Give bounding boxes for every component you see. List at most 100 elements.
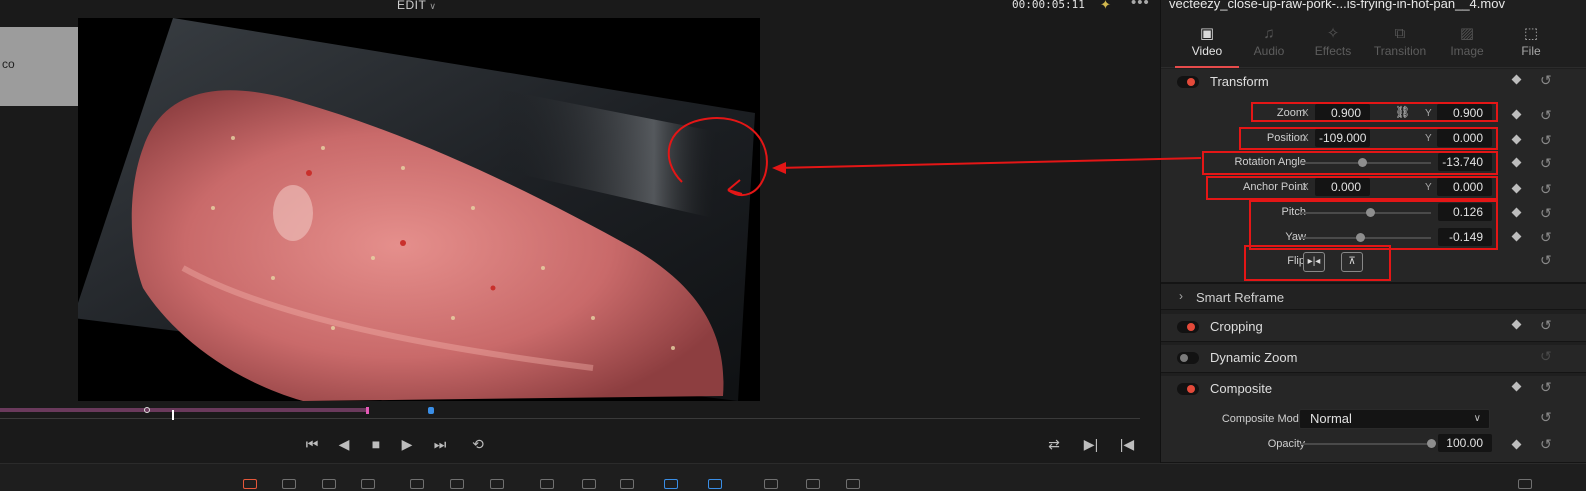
transform-header[interactable]: Transform ↺ [1161,69,1586,95]
keyframe-diamond-icon[interactable] [1511,319,1522,330]
zoom-custom-icon[interactable] [846,479,860,489]
more-options-icon[interactable]: ••• [1131,0,1150,11]
tab-effects[interactable]: ✧ Effects [1301,18,1365,68]
composite-toggle[interactable] [1177,383,1199,395]
clip-title: vecteezy_close-up-raw-pork-...is-frying-… [1169,0,1505,11]
timeline-marker[interactable] [428,407,434,414]
marker-icon[interactable] [708,479,722,489]
reset-icon[interactable]: ↺ [1540,229,1552,246]
clip-end-marker[interactable] [366,407,369,414]
rotated-pork-clip-image [78,18,755,401]
reset-icon[interactable]: ↺ [1540,155,1552,172]
annotation-box-flip [1244,245,1391,281]
reset-icon[interactable]: ↺ [1540,317,1552,334]
reset-icon[interactable]: ↺ [1540,348,1552,365]
keyframe-diamond-icon[interactable] [1511,231,1522,242]
flag-icon[interactable] [664,479,678,489]
zoom-detail-icon[interactable] [806,479,820,489]
keyframe-diamond-icon[interactable] [1511,183,1522,194]
prev-edit-icon[interactable]: |◀ [1119,435,1135,453]
cropping-toggle[interactable] [1177,321,1199,333]
dynamic-trim-icon[interactable] [322,479,336,489]
opacity-slider-track[interactable] [1301,443,1431,445]
next-edit-icon[interactable]: ▶| [1083,435,1099,453]
tab-image[interactable]: ▨ Image [1435,18,1499,68]
overwrite-clip-icon[interactable] [450,479,464,489]
insert-clip-icon[interactable] [410,479,424,489]
magic-wand-icon: ✧ [1326,25,1340,42]
section-title: Smart Reframe [1196,290,1285,305]
mode-label: EDIT [397,0,427,12]
reset-icon[interactable]: ↺ [1540,181,1552,198]
reset-icon[interactable]: ↺ [1540,72,1552,89]
adjacent-clip-thumbnail: co [0,27,83,106]
reset-icon[interactable]: ↺ [1540,409,1552,426]
video-icon: ▣ [1199,25,1215,42]
stop-icon[interactable]: ■ [368,435,384,453]
reset-icon[interactable]: ↺ [1540,436,1552,453]
annotation-box-anchor [1206,176,1498,200]
skip-to-start-icon[interactable]: ⏮ [300,435,324,453]
transform-toggle[interactable] [1177,76,1199,88]
opacity-slider-knob[interactable] [1427,439,1436,448]
viewer-panel: EDIT ∨ 00:00:05:11 ✦ ••• co ⏮ ◀ ■ ▶ ⏭ ⟲ … [0,0,1160,491]
opacity-label: Opacity [1267,438,1305,450]
composite-header[interactable]: Composite ↺ [1161,376,1586,402]
snapping-icon[interactable] [540,479,554,489]
skip-to-end-icon[interactable]: ⏭ [428,435,452,453]
section-title: Transform [1210,74,1269,89]
cropping-section[interactable]: Cropping ↺ [1161,314,1586,342]
position-lock-icon[interactable] [620,479,634,489]
chevron-right-icon: › [1179,289,1183,303]
tab-video[interactable]: ▣ Video [1175,18,1239,68]
dynamic-zoom-toggle[interactable] [1177,352,1199,364]
tab-audio[interactable]: ♫ Audio [1237,18,1301,68]
sparkle-icon[interactable]: ✦ [1100,0,1111,13]
reset-icon[interactable]: ↺ [1540,205,1552,222]
annotation-box-zoom [1251,102,1498,122]
playhead[interactable] [172,410,174,420]
replace-clip-icon[interactable] [490,479,504,489]
zoom-full-icon[interactable] [764,479,778,489]
reset-icon[interactable]: ↺ [1540,379,1552,396]
inspector-panel: vecteezy_close-up-raw-pork-...is-frying-… [1160,0,1586,463]
loop-icon[interactable]: ⟲ [467,435,489,453]
tab-transition[interactable]: ⧉ Transition [1368,18,1432,68]
mixer-icon[interactable] [1518,479,1532,489]
dynamic-zoom-section[interactable]: Dynamic Zoom ↺ [1161,345,1586,373]
reset-icon[interactable]: ↺ [1540,132,1552,149]
smart-reframe-header[interactable]: › Smart Reframe [1161,283,1586,310]
mode-dropdown[interactable]: EDIT ∨ [397,0,436,12]
adjacent-clip-text: co [2,57,15,71]
match-frame-icon[interactable]: ⇄ [1043,435,1065,453]
keyframe-diamond-icon[interactable] [1511,207,1522,218]
video-frame[interactable] [78,18,760,401]
in-marker[interactable] [144,407,150,413]
keyframe-diamond-icon[interactable] [1511,157,1522,168]
scrub-track-line [0,418,1140,419]
composite-mode-select[interactable]: Normal ∨ [1299,409,1490,429]
reset-icon[interactable]: ↺ [1540,252,1552,269]
tab-label: File [1521,44,1541,58]
keyframe-diamond-icon[interactable] [1511,74,1522,85]
link-selection-icon[interactable] [582,479,596,489]
chevron-down-icon: ∨ [1473,413,1481,424]
reset-icon[interactable]: ↺ [1540,107,1552,124]
scrub-bar[interactable] [0,404,1160,420]
opacity-field[interactable]: 100.00 [1438,434,1492,452]
tab-file[interactable]: ⬚ File [1499,18,1563,68]
composite-mode-label: Composite Mode [1221,413,1305,425]
blade-tool-icon[interactable] [361,479,375,489]
section-title: Composite [1210,381,1273,396]
image-icon: ▨ [1459,25,1475,42]
file-icon: ⬚ [1523,25,1539,42]
composite-mode-value: Normal [1310,411,1352,426]
keyframe-diamond-icon[interactable] [1511,134,1522,145]
trim-tool-icon[interactable] [282,479,296,489]
keyframe-diamond-icon[interactable] [1511,381,1522,392]
play-icon[interactable]: ▶ [399,435,415,453]
selection-tool-icon[interactable] [243,479,257,489]
step-back-icon[interactable]: ◀ [336,435,352,453]
keyframe-diamond-icon[interactable] [1511,109,1522,120]
music-note-icon: ♫ [1263,25,1275,42]
